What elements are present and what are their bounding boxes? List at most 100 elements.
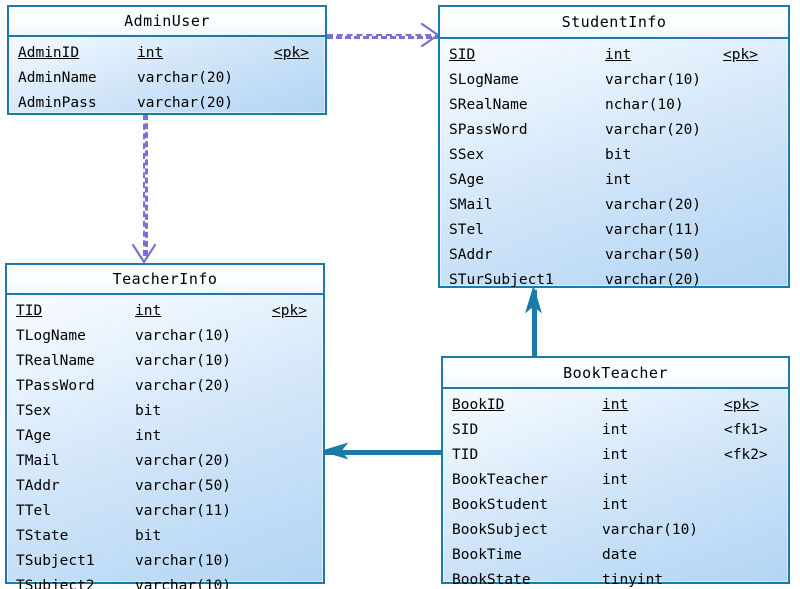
attribute-type: int [602,397,629,413]
entity-attribute-list: AdminID int <pk> AdminName varchar(20) A… [9,37,325,116]
entity-table-bookteacher[interactable]: BookTeacher BookID int <pk> SID int <fk1… [441,356,790,588]
attribute-type: varchar(20) [605,122,702,138]
entity-attribute-list: TID int <pk> TLogName varchar(10) TRealN… [7,295,323,589]
entity-header-bookteacher: BookTeacher [443,358,788,389]
attribute-name: TPassWord [16,378,95,394]
attribute-row: TID int <fk2> [443,443,788,468]
attribute-type: bit [135,528,162,544]
attribute-name: BookSubject [452,522,549,538]
attribute-name: TSubject2 [16,578,95,589]
entity-table-teacherinfo[interactable]: TeacherInfo TID int <pk> TLogName varcha… [5,263,325,589]
entity-table-studentinfo[interactable]: StudentInfo SID int <pk> SLogName varcha… [438,5,790,288]
filled-arrowhead-left-icon [320,442,349,460]
attribute-row: SRealName nchar(10) [440,93,788,118]
attribute-name: TMail [16,453,60,469]
attribute-type: int [135,303,162,319]
attribute-type: int [135,428,162,444]
attribute-name: BookTeacher [452,472,549,488]
attribute-name: SSex [449,147,484,163]
entity-title: BookTeacher [563,363,668,382]
attribute-row: SAddr varchar(50) [440,243,788,268]
attribute-row: SPassWord varchar(20) [440,118,788,143]
attribute-name: TID [452,447,479,463]
attribute-row: TAge int [7,424,323,449]
attribute-key: <pk> [723,47,758,63]
attribute-row: AdminID int <pk> [9,41,325,66]
attribute-type: int [602,497,629,513]
attribute-type: varchar(10) [605,72,702,88]
attribute-name: BookID [452,397,505,413]
entity-attribute-list: SID int <pk> SLogName varchar(10) SRealN… [440,39,788,293]
entity-header-studentinfo: StudentInfo [440,7,788,39]
attribute-key: <fk1> [724,422,768,438]
attribute-name: TSex [16,403,51,419]
attribute-row: TLogName varchar(10) [7,324,323,349]
attribute-type: varchar(20) [137,95,234,111]
attribute-name: STurSubject1 [449,272,554,288]
attribute-name: BookTime [452,547,522,563]
attribute-name: TSubject1 [16,553,95,569]
attribute-type: int [605,172,632,188]
attribute-type: int [137,45,164,61]
attribute-row: TMail varchar(20) [7,449,323,474]
attribute-name: TAge [16,428,51,444]
attribute-row: TTel varchar(11) [7,499,323,524]
entity-table-adminuser[interactable]: AdminUser AdminID int <pk> AdminName var… [7,5,327,115]
attribute-type: int [602,422,629,438]
attribute-row: BookSubject varchar(10) [443,518,788,543]
attribute-type: varchar(10) [602,522,699,538]
attribute-name: TTel [16,503,51,519]
attribute-name: SID [449,47,476,63]
attribute-type: int [602,472,629,488]
attribute-row: SSex bit [440,143,788,168]
attribute-row: TSex bit [7,399,323,424]
attribute-name: SAddr [449,247,493,263]
attribute-type: varchar(10) [135,328,232,344]
attribute-name: TRealName [16,353,95,369]
attribute-name: SPassWord [449,122,528,138]
attribute-type: varchar(20) [137,70,234,86]
attribute-type: varchar(11) [135,503,232,519]
attribute-name: BookStudent [452,497,549,513]
attribute-type: varchar(20) [605,197,702,213]
attribute-key: <fk2> [724,447,768,463]
attribute-row: TPassWord varchar(20) [7,374,323,399]
entity-title: TeacherInfo [112,270,218,288]
attribute-type: varchar(10) [135,553,232,569]
attribute-type: int [605,47,632,63]
attribute-type: tinyint [602,572,664,588]
attribute-row: TRealName varchar(10) [7,349,323,374]
attribute-type: varchar(50) [605,247,702,263]
attribute-name: AdminName [18,70,97,86]
attribute-row: BookTeacher int [443,468,788,493]
attribute-key: <pk> [272,303,307,319]
attribute-type: bit [135,403,162,419]
attribute-name: AdminPass [18,95,97,111]
dependency-line-vertical [143,114,148,256]
attribute-name: TLogName [16,328,86,344]
attribute-row: BookID int <pk> [443,393,788,418]
er-diagram-canvas: AdminUser AdminID int <pk> AdminName var… [0,0,800,589]
attribute-name: SID [452,422,479,438]
attribute-row: SAge int [440,168,788,193]
attribute-row: TState bit [7,524,323,549]
entity-attribute-list: BookID int <pk> SID int <fk1> TID int <f… [443,389,788,589]
attribute-row: SMail varchar(20) [440,193,788,218]
attribute-type: varchar(50) [135,478,232,494]
attribute-name: SMail [449,197,493,213]
attribute-row: TSubject2 varchar(10) [7,574,323,589]
entity-header-adminuser: AdminUser [9,7,325,37]
attribute-row: AdminName varchar(20) [9,66,325,91]
attribute-type: varchar(11) [605,222,702,238]
attribute-row: TAddr varchar(50) [7,474,323,499]
attribute-name: SRealName [449,97,528,113]
attribute-type: nchar(10) [605,97,684,113]
attribute-row: BookStudent int [443,493,788,518]
attribute-row: SID int <pk> [440,43,788,68]
attribute-row: SID int <fk1> [443,418,788,443]
attribute-type: varchar(10) [135,578,232,589]
attribute-type: bit [605,147,632,163]
attribute-type: varchar(20) [135,378,232,394]
attribute-row: TSubject1 varchar(10) [7,549,323,574]
attribute-name: SLogName [449,72,519,88]
